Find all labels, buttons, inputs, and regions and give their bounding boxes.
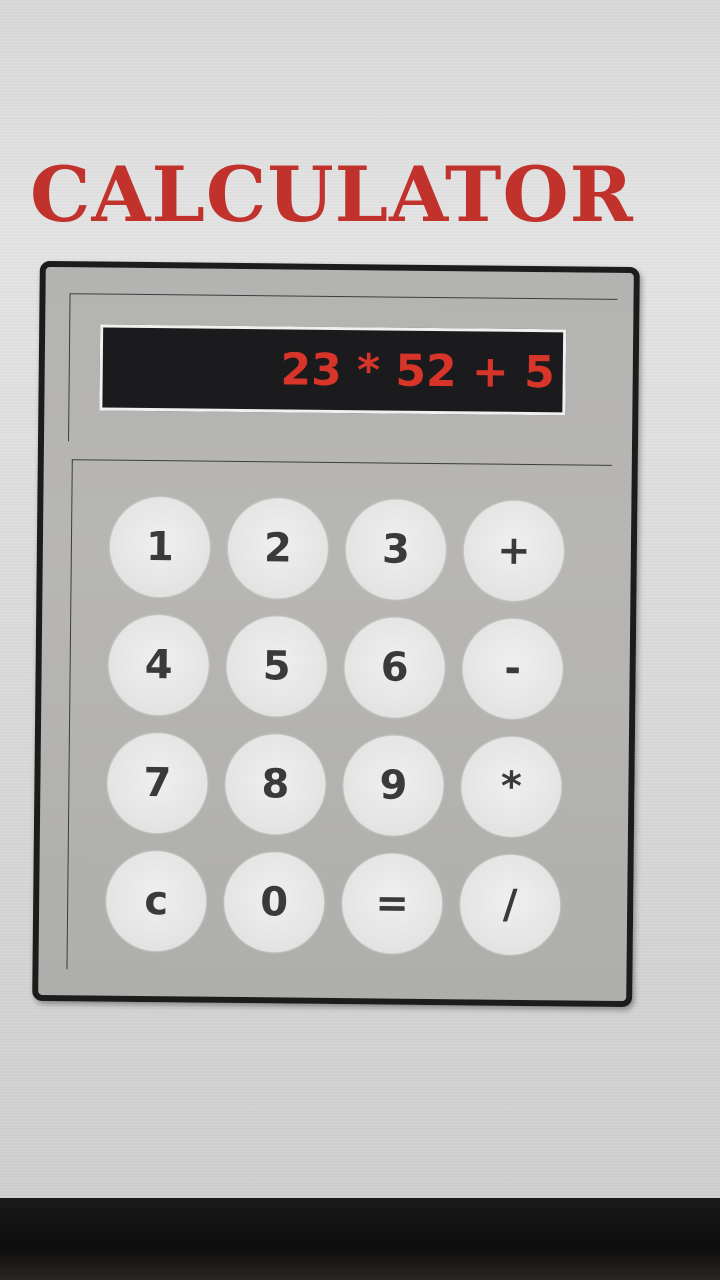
key-4-button[interactable]: 4: [108, 614, 210, 716]
key-label: 4: [144, 642, 173, 689]
key-add-button[interactable]: +: [463, 500, 565, 602]
display-expression: 23 * 52 + 5: [280, 343, 556, 398]
key-9-button[interactable]: 9: [342, 735, 444, 837]
key-divide-button[interactable]: /: [459, 854, 561, 956]
key-label: 7: [143, 759, 172, 807]
key-subtract-button[interactable]: -: [462, 618, 564, 720]
key-5-button[interactable]: 5: [226, 615, 328, 717]
key-3-button[interactable]: 3: [345, 499, 447, 601]
key-label: -: [504, 645, 522, 692]
display-screen: 23 * 52 + 5: [99, 324, 567, 416]
key-label: 0: [260, 879, 289, 926]
key-equals-button[interactable]: =: [341, 853, 443, 955]
key-label: 8: [261, 761, 290, 808]
keypad-panel: 1 2 3 +4 5 6 - 7 8 9 * c 0 = /: [66, 459, 612, 975]
key-label: c: [144, 878, 169, 925]
key-label: 9: [379, 762, 408, 809]
key-label: /: [502, 881, 518, 928]
key-label: 2: [263, 525, 293, 572]
key-label: +: [496, 527, 531, 575]
key-1-button[interactable]: 1: [109, 496, 211, 598]
key-label: 6: [380, 644, 409, 691]
key-2-button[interactable]: 2: [227, 497, 329, 599]
key-label: =: [375, 880, 410, 927]
keypad-grid: 1 2 3 +4 5 6 - 7 8 9 * c 0 = /: [105, 496, 581, 958]
key-label: 1: [145, 524, 175, 571]
key-8-button[interactable]: 8: [224, 733, 326, 835]
key-label: 5: [262, 643, 291, 690]
key-6-button[interactable]: 6: [344, 617, 446, 719]
monitor-bezel: [0, 1198, 720, 1280]
key-clear-button[interactable]: c: [105, 850, 207, 952]
key-multiply-button[interactable]: *: [460, 736, 562, 838]
key-7-button[interactable]: 7: [106, 732, 208, 834]
page-title: CALCULATOR: [30, 150, 634, 239]
display-panel: 23 * 52 + 5: [68, 293, 618, 447]
calculator-body: 23 * 52 + 5 1 2 3 +4 5 6 - 7 8 9 * c 0 = /: [32, 260, 640, 1008]
key-label: *: [500, 763, 523, 810]
key-0-button[interactable]: 0: [223, 851, 325, 953]
key-label: 3: [381, 526, 411, 573]
